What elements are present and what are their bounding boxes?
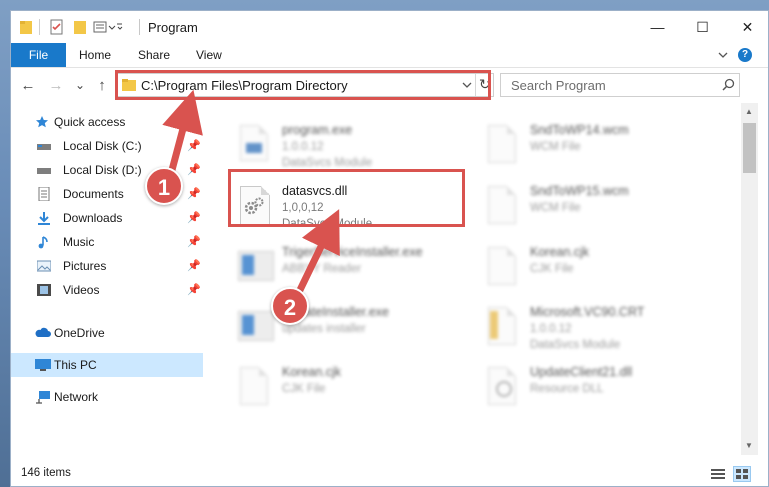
- step1-badge: 1: [145, 167, 183, 205]
- annotation-arrows: [162, 89, 340, 294]
- step2-badge: 2: [271, 287, 309, 325]
- step2-arrow: [296, 209, 340, 294]
- step1-arrow: [162, 89, 203, 174]
